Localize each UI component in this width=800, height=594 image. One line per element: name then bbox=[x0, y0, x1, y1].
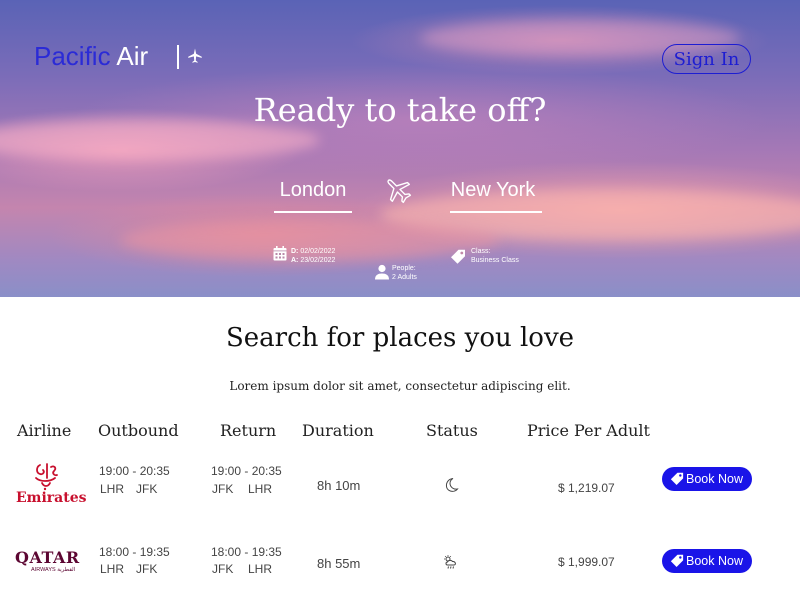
class-selector[interactable]: Class: Business Class bbox=[471, 247, 519, 265]
calendar-icon bbox=[273, 246, 287, 261]
airline-name: QATAR bbox=[15, 548, 80, 567]
sign-in-button[interactable]: Sign In bbox=[662, 44, 751, 74]
hero-title: Ready to take off? bbox=[253, 91, 547, 129]
to-city-underline bbox=[450, 211, 542, 213]
return-time: 18:00 - 19:35 bbox=[211, 545, 282, 559]
section-title: Search for places you love bbox=[225, 323, 575, 353]
emirates-logo: Emirates bbox=[14, 461, 87, 507]
duration: 8h 55m bbox=[317, 556, 361, 571]
return-to: LHR bbox=[248, 482, 273, 496]
book-now-button[interactable]: Book Now bbox=[662, 549, 752, 573]
return-time: 19:00 - 20:35 bbox=[211, 464, 282, 478]
tag-icon bbox=[670, 554, 684, 567]
duration: 8h 10m bbox=[317, 478, 361, 493]
book-now-button[interactable]: Book Now bbox=[662, 467, 752, 491]
outbound-to: JFK bbox=[136, 562, 158, 576]
airline-subname: AIRWAYS القطرية bbox=[31, 567, 76, 573]
return-route: JFK LHR bbox=[212, 561, 284, 578]
arrive-value: 23/02/2022 bbox=[300, 257, 336, 264]
column-header-status: Status bbox=[426, 421, 478, 440]
people-selector[interactable]: People: 2 Adults bbox=[392, 264, 417, 282]
depart-label: D: bbox=[291, 248, 299, 255]
outbound-route: LHR JFK bbox=[100, 561, 172, 578]
from-city-field[interactable]: London bbox=[274, 176, 352, 204]
return-to: LHR bbox=[248, 562, 273, 576]
logo-divider bbox=[177, 45, 179, 69]
swap-airplane-icon[interactable] bbox=[382, 174, 414, 206]
book-now-label: Book Now bbox=[686, 472, 743, 486]
to-city-field[interactable]: New York bbox=[444, 176, 542, 204]
tag-icon bbox=[451, 249, 465, 264]
depart-date[interactable]: D: 02/02/2022 bbox=[291, 247, 335, 256]
moon-icon bbox=[445, 478, 459, 492]
return-from: JFK bbox=[212, 562, 234, 576]
return-from: JFK bbox=[212, 482, 234, 496]
user-icon bbox=[375, 264, 389, 280]
brand-name-primary: Pacific bbox=[34, 41, 111, 71]
brand-logo[interactable]: Pacific Air bbox=[34, 40, 148, 72]
column-header-return: Return bbox=[220, 421, 277, 440]
qatar-airways-logo: QATAR AIRWAYS القطرية bbox=[15, 549, 81, 579]
price: $ 1,219.07 bbox=[558, 481, 615, 495]
from-city-underline bbox=[274, 211, 352, 213]
table-row: Emirates 19:00 - 20:35 LHR JFK 19:00 - 20… bbox=[0, 455, 800, 525]
hero-banner: Pacific Air Sign In Ready to take off? L… bbox=[0, 0, 800, 297]
outbound-time: 18:00 - 19:35 bbox=[99, 545, 170, 559]
outbound-from: LHR bbox=[100, 562, 125, 576]
column-header-duration: Duration bbox=[302, 421, 374, 440]
return-route: JFK LHR bbox=[212, 481, 284, 498]
outbound-time: 19:00 - 20:35 bbox=[99, 464, 170, 478]
brand-name-secondary: Air bbox=[116, 41, 149, 71]
arrive-label: A: bbox=[291, 257, 299, 264]
book-now-label: Book Now bbox=[686, 554, 743, 568]
table-row: QATAR AIRWAYS القطرية 18:00 - 19:35 LHR J… bbox=[0, 537, 800, 594]
emirates-calligraphy-icon bbox=[35, 463, 58, 491]
airline-name: Emirates bbox=[16, 490, 87, 506]
outbound-to: JFK bbox=[136, 482, 158, 496]
section-subtitle: Lorem ipsum dolor sit amet, consectetur … bbox=[229, 379, 571, 393]
people-label: People: bbox=[392, 265, 416, 272]
column-header-airline: Airline bbox=[17, 421, 72, 440]
tag-icon bbox=[670, 472, 684, 485]
people-value: 2 Adults bbox=[392, 274, 417, 281]
depart-value: 02/02/2022 bbox=[300, 248, 336, 255]
outbound-route: LHR JFK bbox=[100, 481, 172, 498]
class-value: Business Class bbox=[471, 257, 519, 264]
column-header-outbound: Outbound bbox=[98, 421, 179, 440]
outbound-from: LHR bbox=[100, 482, 125, 496]
arrive-date[interactable]: A: 23/02/2022 bbox=[291, 256, 335, 265]
airplane-icon bbox=[188, 48, 202, 63]
class-label: Class: bbox=[471, 248, 491, 255]
price: $ 1,999.07 bbox=[558, 555, 615, 569]
column-header-price: Price Per Adult bbox=[527, 421, 650, 440]
rain-cloud-icon bbox=[444, 555, 456, 569]
